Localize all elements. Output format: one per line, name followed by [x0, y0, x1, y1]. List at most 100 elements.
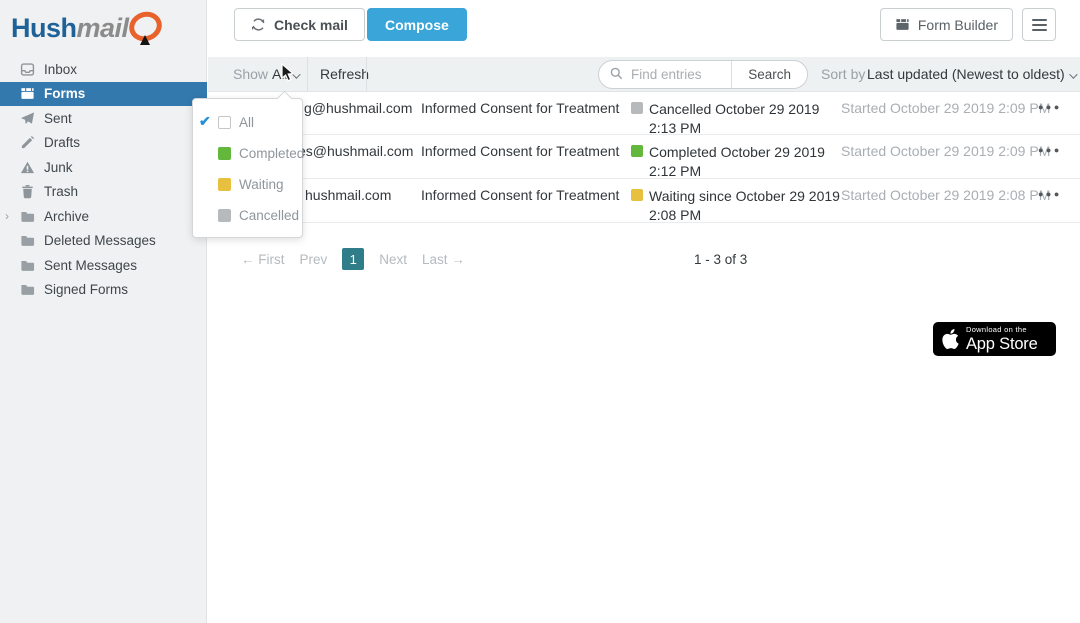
refresh-entries-button[interactable]: Refresh — [320, 66, 369, 82]
pagination-next[interactable]: Next — [379, 252, 407, 267]
forms-icon — [19, 86, 35, 102]
pagination-range: 1 - 3 of 3 — [694, 252, 748, 267]
sort-dropdown[interactable]: Last updated (Newest to oldest) — [867, 66, 1078, 82]
checkbox-icon[interactable] — [218, 116, 231, 129]
entry-email: g@hushmail.com — [304, 100, 413, 116]
show-filter-menu: ✔ All Completed Waiting Cancelled — [192, 98, 305, 238]
send-icon — [19, 110, 35, 126]
row-actions-icon[interactable]: ●●● — [1038, 189, 1062, 199]
folder-icon — [19, 282, 35, 298]
entry-status: Completed October 29 2019 2:12 PM — [649, 144, 825, 180]
filter-option-label: Waiting — [239, 177, 284, 192]
sidebar-item-trash[interactable]: Trash — [0, 180, 207, 205]
entry-row[interactable]: hushmail.com Informed Consent for Treatm… — [208, 179, 1080, 223]
sidebar-item-label: Junk — [44, 159, 73, 175]
sidebar-item-signed-forms[interactable]: Signed Forms — [0, 278, 207, 303]
pagination: ← First Prev 1 Next Last → 1 - 3 of 3 — [208, 248, 1080, 278]
toolbar-divider — [307, 57, 308, 91]
search-input[interactable] — [631, 67, 732, 82]
sidebar-item-label: Trash — [44, 184, 79, 200]
sidebar-item-label: Sent — [44, 110, 72, 126]
status-swatch-completed — [218, 147, 231, 160]
show-filter-dropdown[interactable]: All — [272, 66, 301, 82]
app-store-title: App Store — [966, 334, 1038, 353]
search-button[interactable]: Search — [732, 67, 807, 82]
sidebar-item-label: Archive — [44, 208, 90, 224]
entries-toolbar: Show All Refresh Search Sort by Last upd… — [208, 57, 1080, 92]
filter-option-all[interactable]: ✔ All — [193, 107, 302, 138]
sidebar-item-label: Forms — [44, 86, 86, 102]
status-swatch-completed — [631, 145, 643, 157]
row-actions-icon[interactable]: ●●● — [1038, 145, 1062, 155]
warning-icon — [19, 159, 35, 175]
app-store-badge[interactable]: Download on the App Store — [933, 322, 1056, 356]
app-store-tagline: Download on the — [966, 325, 1027, 334]
sidebar-item-label: Drafts — [44, 135, 81, 151]
entry-subject: Informed Consent for Treatment — [421, 100, 620, 116]
sidebar-item-sent-messages[interactable]: Sent Messages — [0, 253, 207, 278]
trash-icon — [19, 184, 35, 200]
pagination-last[interactable]: Last → — [422, 252, 465, 267]
search-icon — [610, 67, 623, 83]
hamburger-icon — [1031, 16, 1047, 34]
entry-started: Started October 29 2019 2:09 PM — [841, 143, 1051, 159]
filter-option-waiting[interactable]: Waiting — [193, 169, 302, 200]
chevron-right-icon[interactable]: › — [5, 209, 9, 223]
status-swatch-waiting — [631, 189, 643, 201]
apple-icon — [942, 329, 959, 349]
filter-option-label: Cancelled — [239, 208, 300, 223]
menu-button[interactable] — [1022, 8, 1056, 41]
compose-button[interactable]: Compose — [367, 8, 467, 41]
filter-option-label: All — [239, 115, 255, 130]
folder-icon — [19, 208, 35, 224]
check-mail-button[interactable]: Check mail — [234, 8, 365, 41]
sidebar-item-inbox[interactable]: Inbox — [0, 57, 207, 82]
sidebar-item-sent[interactable]: Sent — [0, 106, 207, 131]
inbox-icon — [19, 61, 35, 77]
hushmail-app: Hushmail Inbox Forms Sent Drafts Junk Tr… — [0, 0, 1080, 623]
chevron-down-icon — [1068, 70, 1078, 79]
entry-subject: Informed Consent for Treatment — [421, 187, 620, 203]
folder-icon — [19, 257, 35, 273]
chevron-down-icon — [291, 70, 301, 79]
folder-nav: Inbox Forms Sent Drafts Junk Trash › Arc… — [0, 57, 207, 302]
toolbar-divider — [366, 57, 367, 91]
sidebar-item-deleted-messages[interactable]: Deleted Messages — [0, 229, 207, 254]
pagination-first[interactable]: ← First — [241, 252, 285, 267]
keyhole-icon — [124, 7, 167, 46]
row-actions-icon[interactable]: ●●● — [1038, 102, 1062, 112]
entry-started: Started October 29 2019 2:09 PM — [841, 100, 1051, 116]
logo-wordmark: Hushmail — [11, 12, 129, 43]
hushmail-logo: Hushmail — [11, 7, 167, 46]
sidebar-item-label: Deleted Messages — [44, 233, 156, 249]
sidebar-item-junk[interactable]: Junk — [0, 155, 207, 180]
sidebar-item-forms[interactable]: Forms — [0, 81, 207, 106]
filter-option-completed[interactable]: Completed — [193, 138, 305, 169]
sidebar: Hushmail Inbox Forms Sent Drafts Junk Tr… — [0, 0, 207, 623]
entry-started: Started October 29 2019 2:08 PM — [841, 187, 1051, 203]
search-bar: Search — [598, 60, 808, 89]
pencil-icon — [19, 135, 35, 151]
sidebar-item-label: Sent Messages — [44, 257, 138, 273]
status-swatch-waiting — [218, 178, 231, 191]
filter-option-cancelled[interactable]: Cancelled — [193, 200, 302, 231]
pagination-prev[interactable]: Prev — [300, 252, 328, 267]
entry-row[interactable]: es@hushmail.com Informed Consent for Tre… — [208, 135, 1080, 179]
refresh-icon — [251, 17, 266, 32]
entry-email: es@hushmail.com — [298, 143, 414, 159]
check-icon: ✔ — [199, 113, 211, 129]
form-builder-icon — [895, 17, 910, 32]
sidebar-item-label: Inbox — [44, 61, 78, 77]
form-builder-button[interactable]: Form Builder — [879, 8, 1013, 41]
entry-status: Waiting since October 29 2019 2:08 PM — [649, 188, 840, 224]
status-swatch-cancelled — [631, 102, 643, 114]
entry-row[interactable]: g@hushmail.com Informed Consent for Trea… — [208, 92, 1080, 137]
status-swatch-cancelled — [218, 209, 231, 222]
filter-option-label: Completed — [239, 146, 305, 161]
entry-subject: Informed Consent for Treatment — [421, 143, 620, 159]
entry-status: Cancelled October 29 2019 2:13 PM — [649, 101, 820, 137]
pagination-current-page[interactable]: 1 — [342, 248, 365, 270]
sidebar-item-archive[interactable]: › Archive — [0, 204, 207, 229]
sidebar-item-drafts[interactable]: Drafts — [0, 131, 207, 156]
sort-by-label: Sort by — [821, 66, 866, 82]
